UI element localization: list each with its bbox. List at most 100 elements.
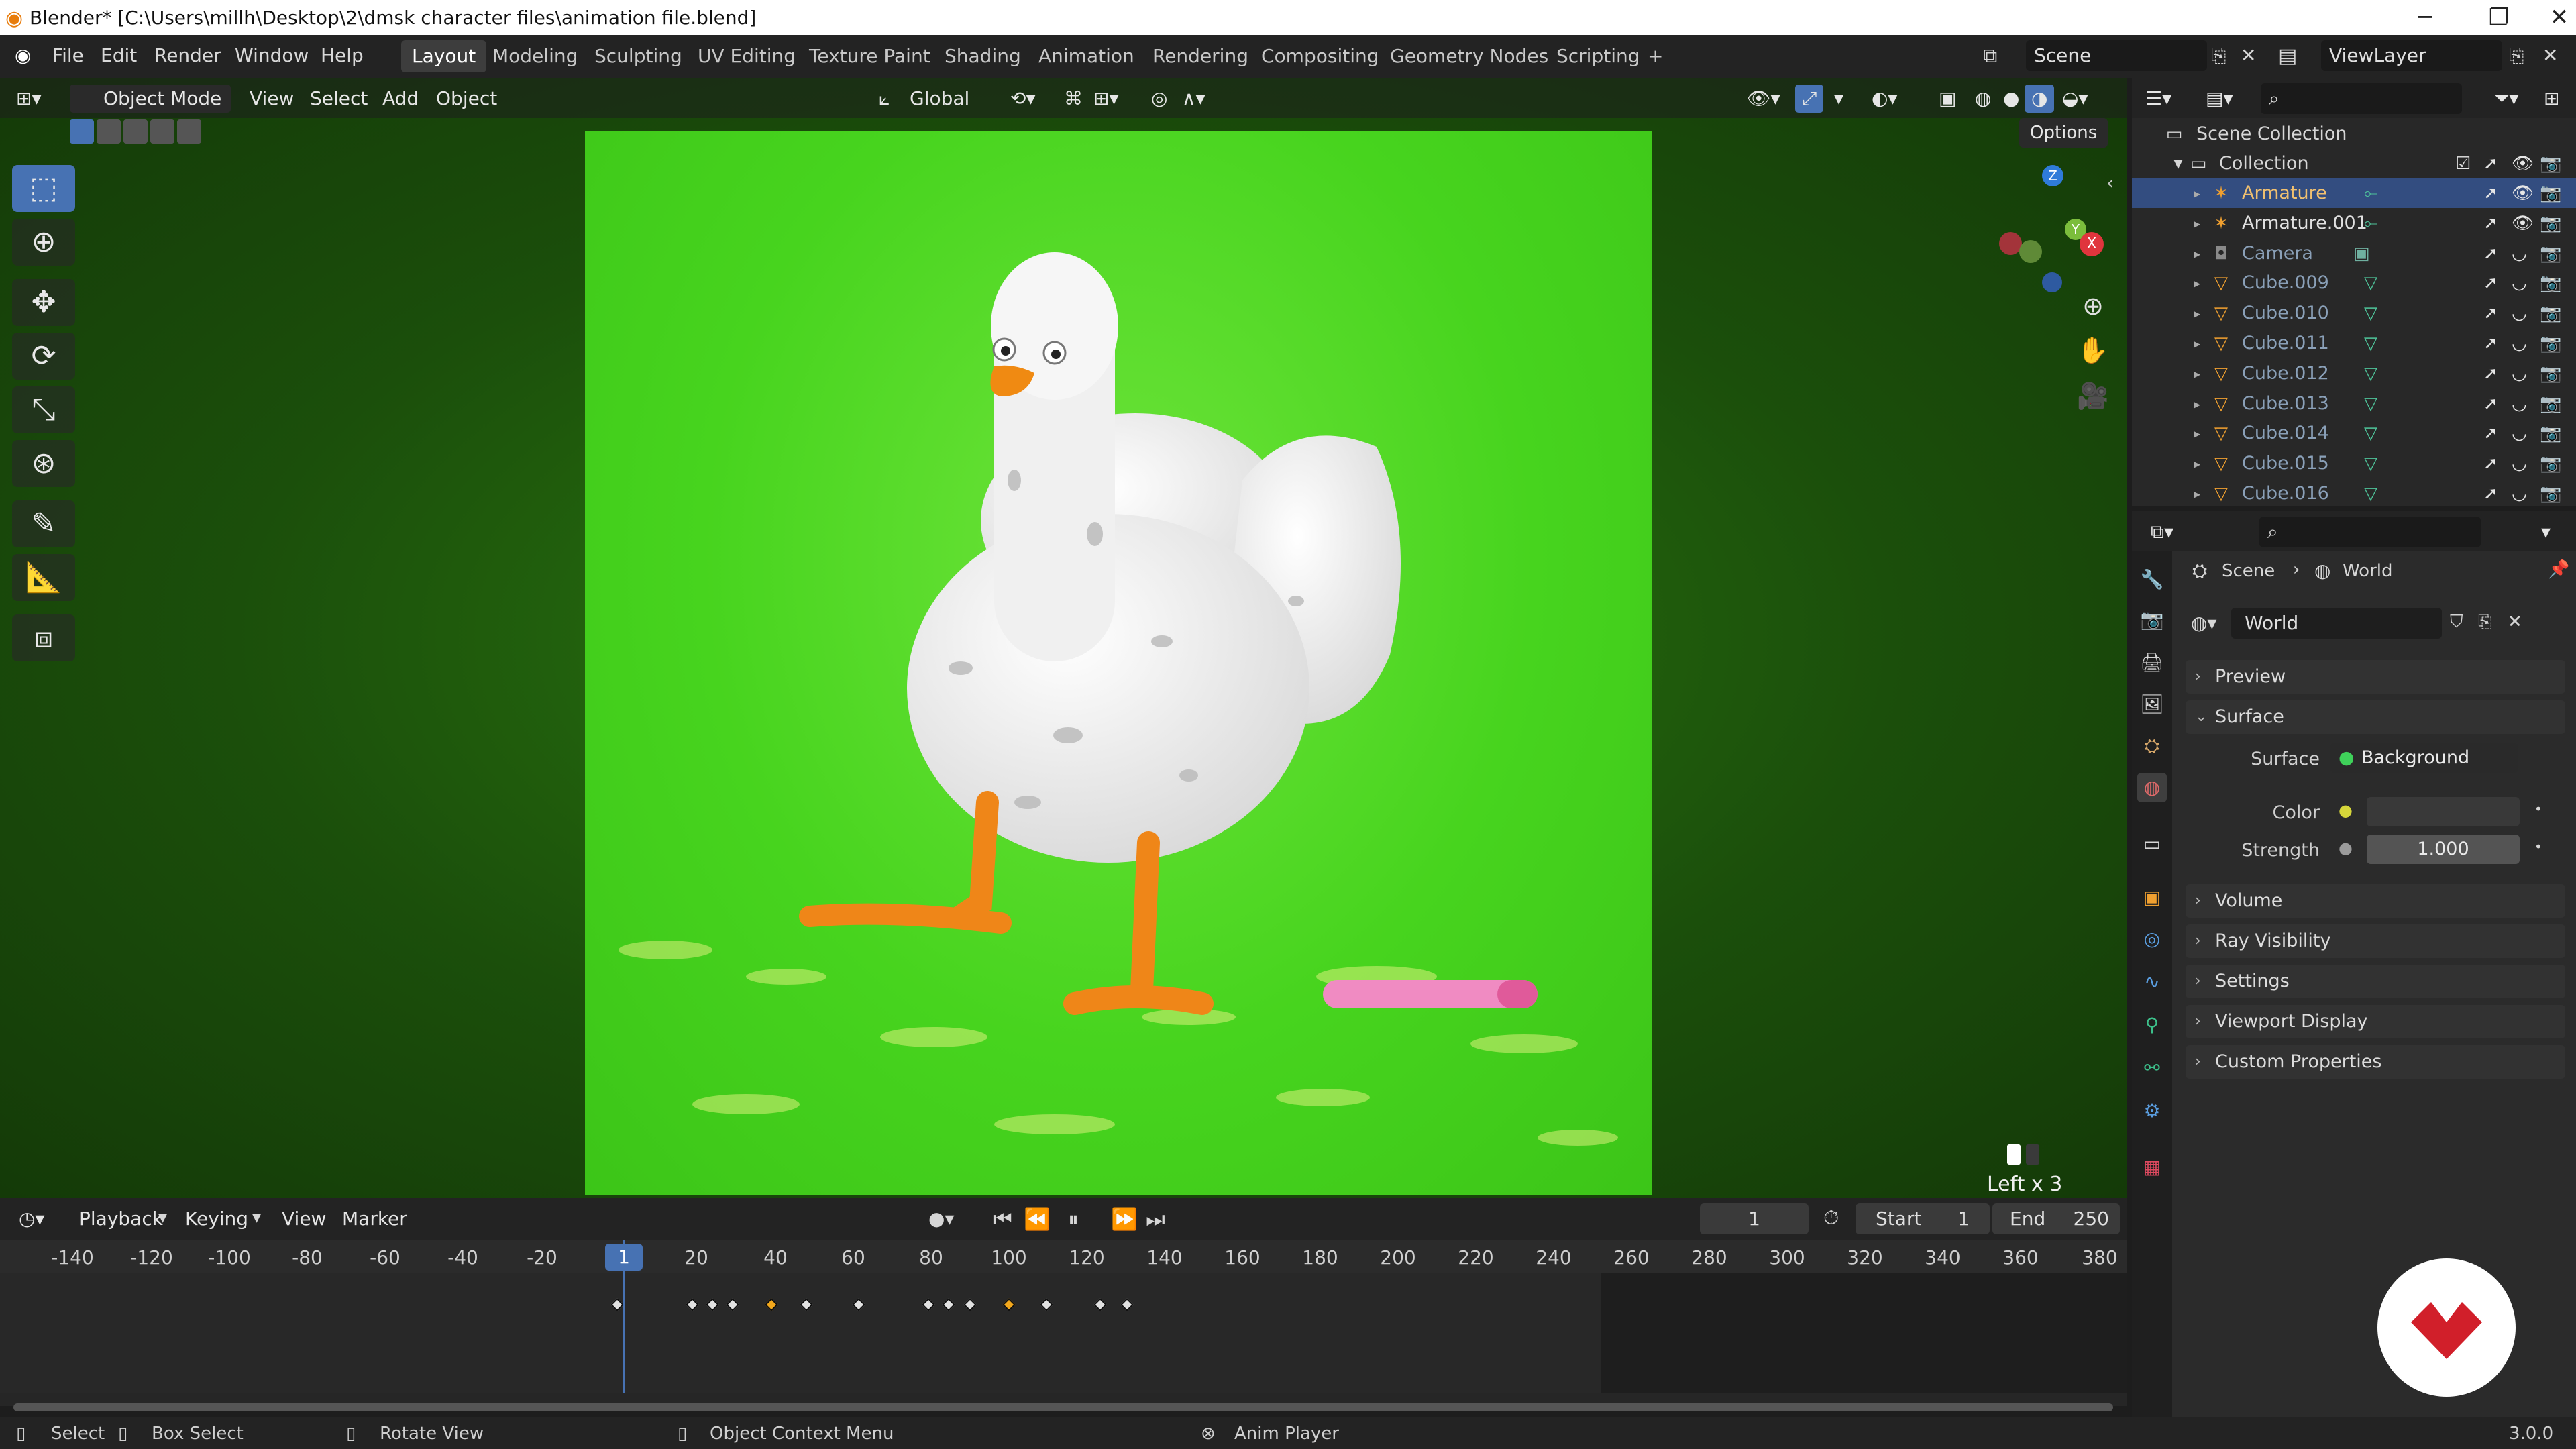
properties-search-input[interactable]: ⌕ xyxy=(2259,517,2481,547)
mesh-data-icon[interactable]: ▽ xyxy=(2364,329,2377,358)
pose-data-icon[interactable]: ⟜ xyxy=(2364,178,2378,208)
select-mode-intersect-icon[interactable] xyxy=(177,119,201,144)
expand-arrow-icon[interactable]: ▸ xyxy=(2186,452,2208,475)
cursor-tool-icon[interactable]: ⊕ xyxy=(12,219,75,266)
zoom-icon[interactable]: ⊕ xyxy=(2073,286,2113,326)
select-icon[interactable]: ➚ xyxy=(2483,178,2498,208)
jump-start-icon[interactable]: ⏮ xyxy=(993,1206,1012,1232)
particles-tab-icon[interactable]: ∿ xyxy=(2137,967,2167,997)
playhead-frame-label[interactable]: 1 xyxy=(605,1244,643,1271)
keyframe-marker[interactable] xyxy=(706,1298,719,1311)
keyframe-marker[interactable] xyxy=(610,1298,624,1311)
render-visibility-icon[interactable]: 📷 xyxy=(2540,449,2561,478)
eye-closed-icon[interactable]: ◡ xyxy=(2512,479,2527,508)
select-icon[interactable]: ➚ xyxy=(2483,268,2498,298)
outliner-item[interactable]: ▸ ▽ Cube.010 ▽ ➚ ◡ 📷 xyxy=(2132,299,2576,328)
render-tab-icon[interactable]: 📷 xyxy=(2137,605,2167,635)
pan-hand-icon[interactable]: ✋ xyxy=(2073,330,2113,370)
volume-panel[interactable]: › Volume xyxy=(2186,884,2565,918)
snap-target-icon[interactable]: ⊞▾ xyxy=(1087,85,1126,113)
pin-icon[interactable]: 📌 xyxy=(2548,559,2569,580)
duplicate-world-icon[interactable]: ⎘ xyxy=(2478,612,2492,633)
move-tool-icon[interactable]: ✥ xyxy=(12,279,75,326)
keyframe-marker[interactable] xyxy=(765,1298,778,1311)
scale-tool-icon[interactable]: ⤡ xyxy=(12,386,75,433)
settings-panel[interactable]: › Settings xyxy=(2186,965,2565,998)
mesh-data-icon[interactable]: ▽ xyxy=(2364,268,2377,298)
tab-modeling[interactable]: Modeling xyxy=(482,40,588,72)
new-view-layer-icon[interactable]: ⎘ xyxy=(2509,44,2524,67)
select-icon[interactable]: ➚ xyxy=(2483,329,2498,358)
render-visibility-icon[interactable]: 📷 xyxy=(2540,359,2561,388)
render-visibility-icon[interactable]: 📷 xyxy=(2540,389,2561,419)
preview-range-icon[interactable]: ⏱ xyxy=(1823,1206,1839,1230)
jump-keyframe-back-icon[interactable]: ⏪ xyxy=(1024,1206,1051,1232)
eye-icon[interactable]: 👁 xyxy=(2512,178,2534,208)
keyframe-area[interactable] xyxy=(0,1273,2127,1393)
rendered-shading-icon[interactable]: ◒▾ xyxy=(2055,85,2095,113)
start-frame-field[interactable]: Start 1 xyxy=(1856,1203,1990,1234)
falloff-icon[interactable]: ∧▾ xyxy=(1175,85,1212,113)
outliner-editor-type-icon[interactable]: ☰▾ xyxy=(2139,85,2178,113)
status-anim-player[interactable]: Anim Player xyxy=(1234,1424,1339,1444)
tab-layout[interactable]: Layout xyxy=(401,40,487,72)
data-tab-icon[interactable]: ⚙ xyxy=(2137,1096,2167,1126)
gizmo-z-axis[interactable]: Z xyxy=(2042,165,2063,186)
gizmo-neg-y[interactable] xyxy=(2019,240,2042,263)
pivot-point-icon[interactable]: ⟲▾ xyxy=(1004,85,1042,113)
tab-shading[interactable]: Shading xyxy=(934,40,1032,72)
expand-arrow-icon[interactable]: ▸ xyxy=(2186,422,2208,445)
ray-visibility-panel[interactable]: › Ray Visibility xyxy=(2186,924,2565,958)
keyframe-marker[interactable] xyxy=(1040,1298,1053,1311)
color-keyframe-icon[interactable]: • xyxy=(2534,801,2542,817)
overlays-icon[interactable]: ◐▾ xyxy=(1865,85,1904,113)
playback-menu[interactable]: Playback xyxy=(72,1205,170,1233)
expand-arrow-icon[interactable]: ▸ xyxy=(2186,302,2208,325)
select-mode-extend-icon[interactable] xyxy=(97,119,121,144)
expand-arrow-icon[interactable]: ▸ xyxy=(2186,182,2208,205)
menu-window[interactable]: Window xyxy=(235,44,309,66)
keyframe-marker[interactable] xyxy=(726,1298,739,1311)
eye-icon[interactable]: 👁 xyxy=(2512,209,2534,238)
annotate-tool-icon[interactable]: ✎ xyxy=(12,500,75,547)
editor-type-icon[interactable]: ⊞▾ xyxy=(9,85,48,113)
menu-edit[interactable]: Edit xyxy=(101,44,137,66)
gizmo-x-axis[interactable]: X xyxy=(2080,232,2104,256)
proportional-edit-icon[interactable]: ◎ xyxy=(1144,85,1174,113)
delete-scene-icon[interactable]: ✕ xyxy=(2241,44,2256,66)
view-layer-selector[interactable]: ViewLayer xyxy=(2321,40,2502,71)
render-visibility-icon[interactable]: 📷 xyxy=(2540,419,2561,448)
color-swatch[interactable] xyxy=(2367,797,2520,826)
3d-viewport[interactable]: ⊞▾ Object Mode View Select Add Object ⟀ … xyxy=(0,78,2127,1198)
constraints-tab-icon[interactable]: ⚯ xyxy=(2137,1053,2167,1083)
camera-data-icon[interactable]: ▣ xyxy=(2353,239,2370,268)
wireframe-shading-icon[interactable]: ◍ xyxy=(1968,85,1998,113)
viewport-options-button[interactable]: Options xyxy=(2019,118,2108,148)
surface-shader-field[interactable]: ● Background xyxy=(2330,743,2518,773)
outliner-item[interactable]: ▸ ▽ Cube.013 ▽ ➚ ◡ 📷 xyxy=(2132,389,2576,419)
gizmo-toggle-icon[interactable]: ⤢ xyxy=(1795,85,1824,113)
outliner-item[interactable]: ▸ ▽ Cube.016 ▽ ➚ ◡ 📷 xyxy=(2132,479,2576,508)
viewport-display-panel[interactable]: › Viewport Display xyxy=(2186,1005,2565,1038)
properties-editor-type-icon[interactable]: ⧉▾ xyxy=(2144,518,2180,546)
mesh-data-icon[interactable]: ▽ xyxy=(2364,299,2377,328)
collection-checkbox[interactable]: ☑ xyxy=(2455,149,2471,178)
mode-selector[interactable]: Object Mode xyxy=(70,85,231,113)
snap-icon[interactable]: ⌘ xyxy=(1057,85,1089,113)
expand-arrow-icon[interactable]: ▸ xyxy=(2186,212,2208,235)
tab-sculpting[interactable]: Sculpting xyxy=(584,40,693,72)
world-tab-icon[interactable]: ◍ xyxy=(2137,773,2167,802)
preview-panel[interactable]: › Preview xyxy=(2186,660,2565,694)
eye-closed-icon[interactable]: ◡ xyxy=(2512,329,2527,358)
mesh-data-icon[interactable]: ▽ xyxy=(2364,449,2377,478)
marker-menu[interactable]: Marker xyxy=(335,1205,414,1233)
add-cube-tool-icon[interactable]: ⧈ xyxy=(12,614,75,661)
scene-selector[interactable]: Scene xyxy=(2026,40,2207,71)
playback-dropdown-icon[interactable]: ▾ xyxy=(158,1208,167,1228)
solid-shading-icon[interactable]: ● xyxy=(1996,85,2026,113)
timeline-editor[interactable]: ◷▾ Playback ▾ Keying ▾ View Marker ●▾ ⏮ … xyxy=(0,1198,2127,1406)
keyframe-marker[interactable] xyxy=(800,1298,813,1311)
render-visibility-icon[interactable]: 📷 xyxy=(2540,178,2561,208)
keyframe-marker[interactable] xyxy=(1120,1298,1134,1311)
keyframe-marker[interactable] xyxy=(686,1298,699,1311)
